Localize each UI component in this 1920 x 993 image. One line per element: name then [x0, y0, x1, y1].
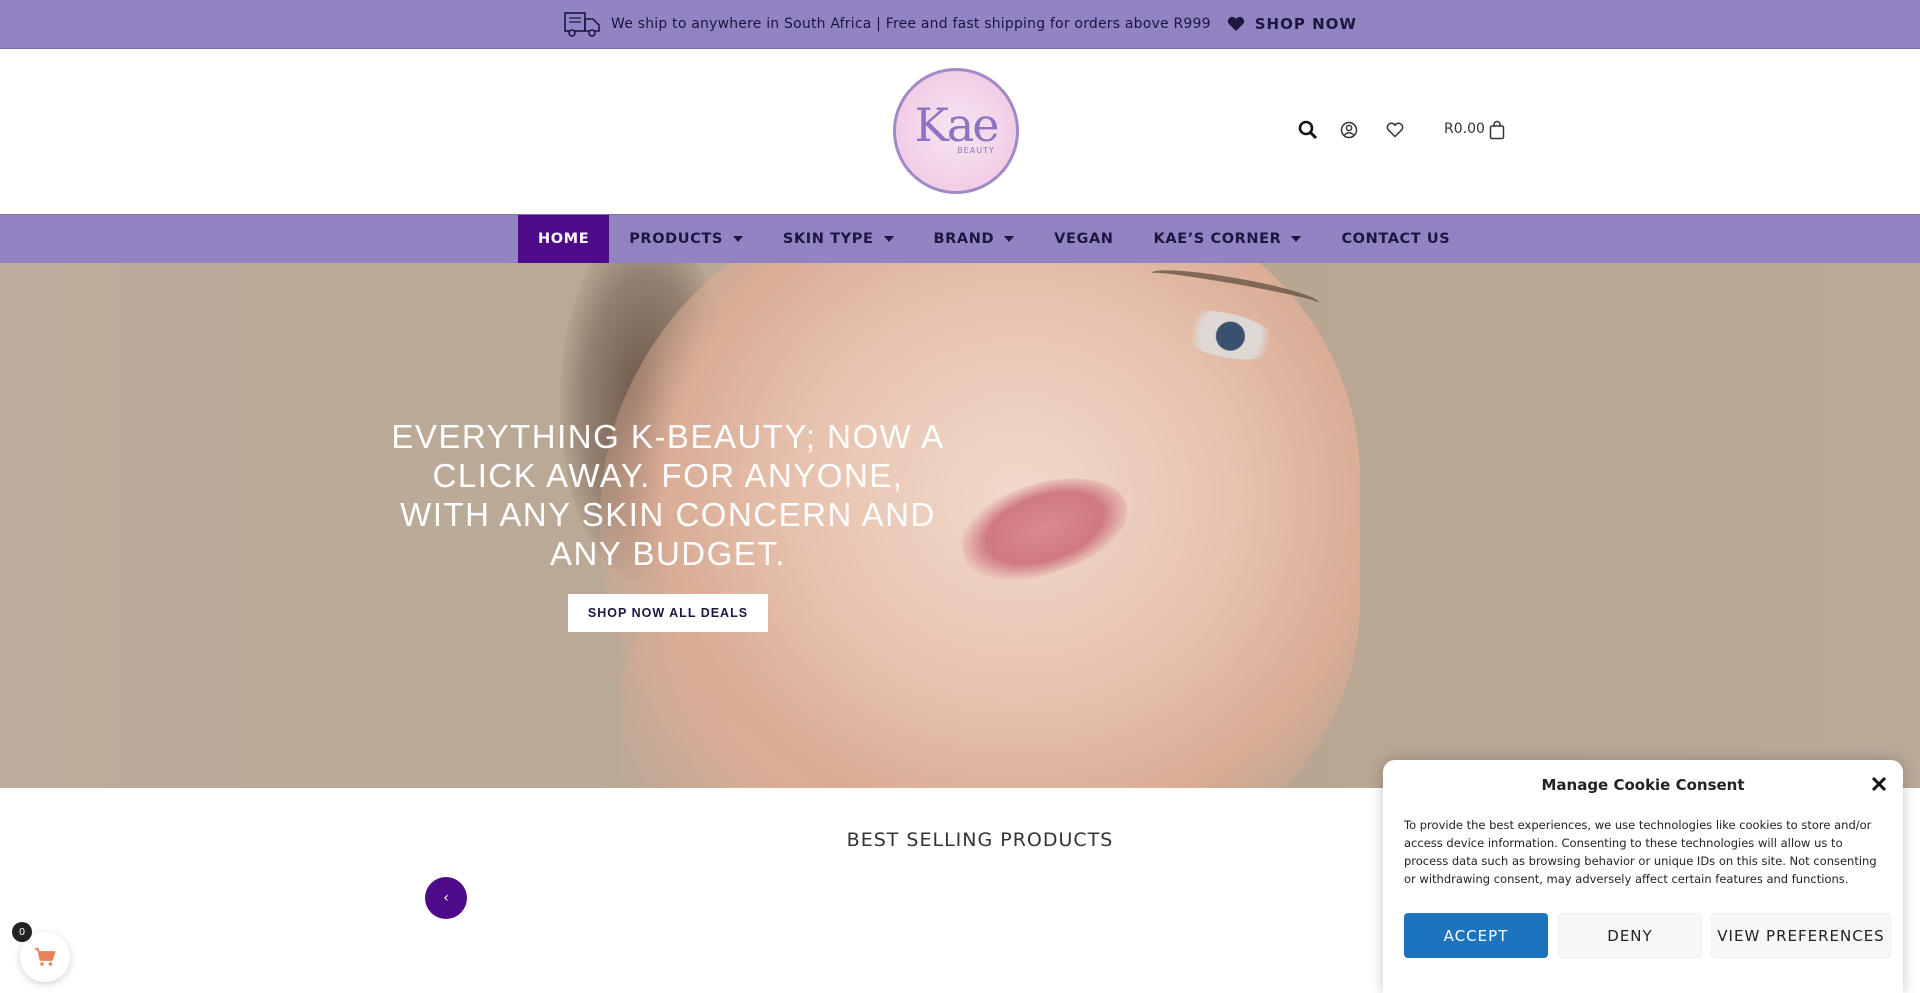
nav-item-label: PRODUCTS	[629, 231, 723, 247]
caret-down-icon	[1004, 236, 1015, 242]
nav-item-label: HOME	[538, 231, 590, 247]
nav-item-label: CONTACT US	[1341, 231, 1451, 247]
wishlist-icon[interactable]	[1384, 119, 1406, 141]
shop-now-link[interactable]: SHOP NOW	[1255, 15, 1357, 33]
nav-item-label: BRAND	[933, 231, 995, 247]
search-icon[interactable]	[1297, 119, 1319, 141]
site-logo[interactable]: Kae BEAUTY	[893, 68, 1019, 194]
nav-item-products[interactable]: PRODUCTS	[609, 215, 763, 263]
cookie-title: Manage Cookie Consent	[1541, 776, 1745, 794]
view-preferences-button[interactable]: VIEW PREFERENCES	[1711, 913, 1891, 958]
truck-icon	[564, 12, 600, 37]
nav-item-brand[interactable]: BRAND	[914, 215, 1035, 263]
hero-title: EVERYTHING K-BEAUTY; NOW A CLICK AWAY. F…	[391, 418, 945, 572]
nav-item-label: VEGAN	[1054, 231, 1114, 247]
nav-item-label: SKIN TYPE	[782, 231, 874, 247]
accept-button[interactable]: ACCEPT	[1404, 913, 1548, 958]
nav-item-kae-s-corner[interactable]: KAE’S CORNER	[1134, 215, 1322, 263]
carousel-prev-button[interactable]: ‹	[425, 877, 467, 919]
heart-icon	[1227, 16, 1244, 31]
caret-down-icon	[1291, 236, 1302, 242]
shop-all-deals-button[interactable]: SHOP NOW ALL DEALS	[568, 594, 768, 632]
nav-item-contact-us[interactable]: CONTACT US	[1321, 215, 1470, 263]
nav-item-skin-type[interactable]: SKIN TYPE	[763, 215, 914, 263]
hero-banner: EVERYTHING K-BEAUTY; NOW A CLICK AWAY. F…	[0, 263, 1920, 788]
cart-count-badge: 0	[12, 922, 32, 942]
nav-item-label: KAE’S CORNER	[1153, 231, 1282, 247]
main-nav: HOME PRODUCTS SKIN TYPE BRAND VEGAN KAE’S COR…	[0, 214, 1920, 263]
bag-icon[interactable]	[1486, 119, 1508, 141]
logo-text: Kae	[914, 97, 999, 152]
shipping-message: We ship to anywhere in South Africa | Fr…	[611, 16, 1211, 32]
deny-button[interactable]: DENY	[1558, 913, 1702, 958]
cart-total[interactable]: R0.00	[1444, 121, 1485, 137]
cart-icon	[35, 948, 56, 966]
close-icon[interactable]	[1869, 774, 1889, 794]
nav-list: HOME PRODUCTS SKIN TYPE BRAND VEGAN KAE’S COR…	[518, 215, 1470, 263]
caret-down-icon	[883, 236, 894, 242]
announcement-bar: We ship to anywhere in South Africa | Fr…	[0, 0, 1920, 49]
logo-subtitle: BEAUTY	[957, 145, 995, 155]
caret-down-icon	[732, 236, 743, 242]
cookie-consent-dialog: Manage Cookie Consent To provide the bes…	[1383, 760, 1903, 993]
cookie-text: To provide the best experiences, we use …	[1404, 818, 1877, 886]
site-header: Kae BEAUTY R0.00	[0, 49, 1920, 214]
nav-item-vegan[interactable]: VEGAN	[1034, 215, 1133, 263]
floating-cart-button[interactable]: 0	[12, 922, 70, 982]
chevron-left-icon: ‹	[443, 890, 449, 906]
user-icon[interactable]	[1338, 119, 1360, 141]
nav-item-home[interactable]: HOME	[518, 215, 610, 263]
